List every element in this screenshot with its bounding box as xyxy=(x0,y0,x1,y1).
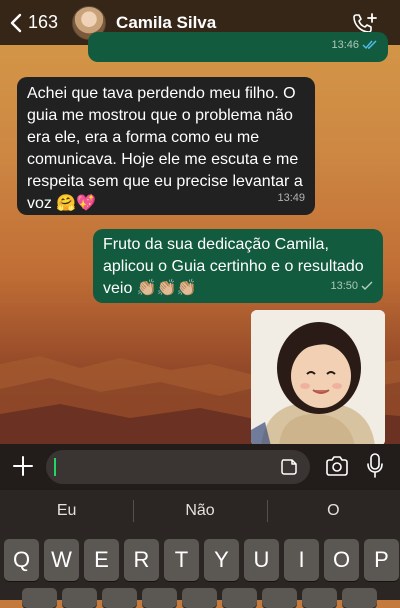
key-q[interactable]: Q xyxy=(4,539,39,581)
message-bubble-incoming[interactable]: Achei que tava perdendo meu filho. O gui… xyxy=(17,77,315,215)
chevron-left-icon xyxy=(10,13,22,32)
on-screen-keyboard: Eu Não O Q W E R T Y U I O P xyxy=(0,490,400,608)
keyboard-row-1: Q W E R T Y U I O P xyxy=(4,539,399,581)
message-bubble-outgoing[interactable]: Fruto da sua dedicação Camila, aplicou o… xyxy=(93,229,383,303)
message-meta: 13:49 xyxy=(277,187,305,209)
message-time: 13:50 xyxy=(330,280,358,292)
key-p[interactable]: P xyxy=(364,539,399,581)
message-time: 13:49 xyxy=(277,192,305,204)
key-r[interactable]: R xyxy=(124,539,159,581)
message-text: Achei que tava perdendo meu filho. O gui… xyxy=(27,85,303,212)
suggestion-item[interactable]: O xyxy=(266,490,400,532)
key[interactable] xyxy=(22,588,57,608)
keyboard-row-2 xyxy=(22,588,377,608)
add-call-icon[interactable] xyxy=(352,12,378,34)
double-check-read-icon xyxy=(362,40,377,50)
suggestion-bar: Eu Não O xyxy=(0,490,400,532)
key-w[interactable]: W xyxy=(44,539,79,581)
message-bubble-outgoing[interactable]: 13:46 xyxy=(88,32,388,62)
unread-count: 163 xyxy=(28,12,59,32)
key-e[interactable]: E xyxy=(84,539,119,581)
message-time: 13:46 xyxy=(331,39,359,51)
suggestion-item[interactable]: Não xyxy=(133,490,266,532)
key[interactable] xyxy=(302,588,337,608)
camera-icon[interactable] xyxy=(325,456,349,476)
child-photo-image xyxy=(251,310,385,446)
message-composer xyxy=(0,444,400,490)
key-o[interactable]: O xyxy=(324,539,359,581)
message-meta: 13:50 xyxy=(330,275,373,297)
contact-name[interactable]: Camila Silva xyxy=(116,13,216,33)
text-cursor xyxy=(54,458,56,476)
key-y[interactable]: Y xyxy=(204,539,239,581)
key[interactable] xyxy=(222,588,257,608)
key[interactable] xyxy=(262,588,297,608)
back-button[interactable]: 163 xyxy=(10,12,58,33)
key[interactable] xyxy=(102,588,137,608)
key[interactable] xyxy=(342,588,377,608)
key[interactable] xyxy=(62,588,97,608)
message-input[interactable] xyxy=(46,450,310,484)
photo-message[interactable] xyxy=(251,310,385,446)
key[interactable] xyxy=(142,588,177,608)
single-check-icon xyxy=(361,281,373,290)
microphone-icon[interactable] xyxy=(366,453,384,479)
plus-icon[interactable] xyxy=(12,455,34,477)
key[interactable] xyxy=(182,588,217,608)
key-u[interactable]: U xyxy=(244,539,279,581)
suggestion-item[interactable]: Eu xyxy=(0,490,133,532)
message-meta: 13:46 xyxy=(331,34,378,56)
key-t[interactable]: T xyxy=(164,539,199,581)
sticker-icon[interactable] xyxy=(280,458,298,476)
key-i[interactable]: I xyxy=(284,539,319,581)
